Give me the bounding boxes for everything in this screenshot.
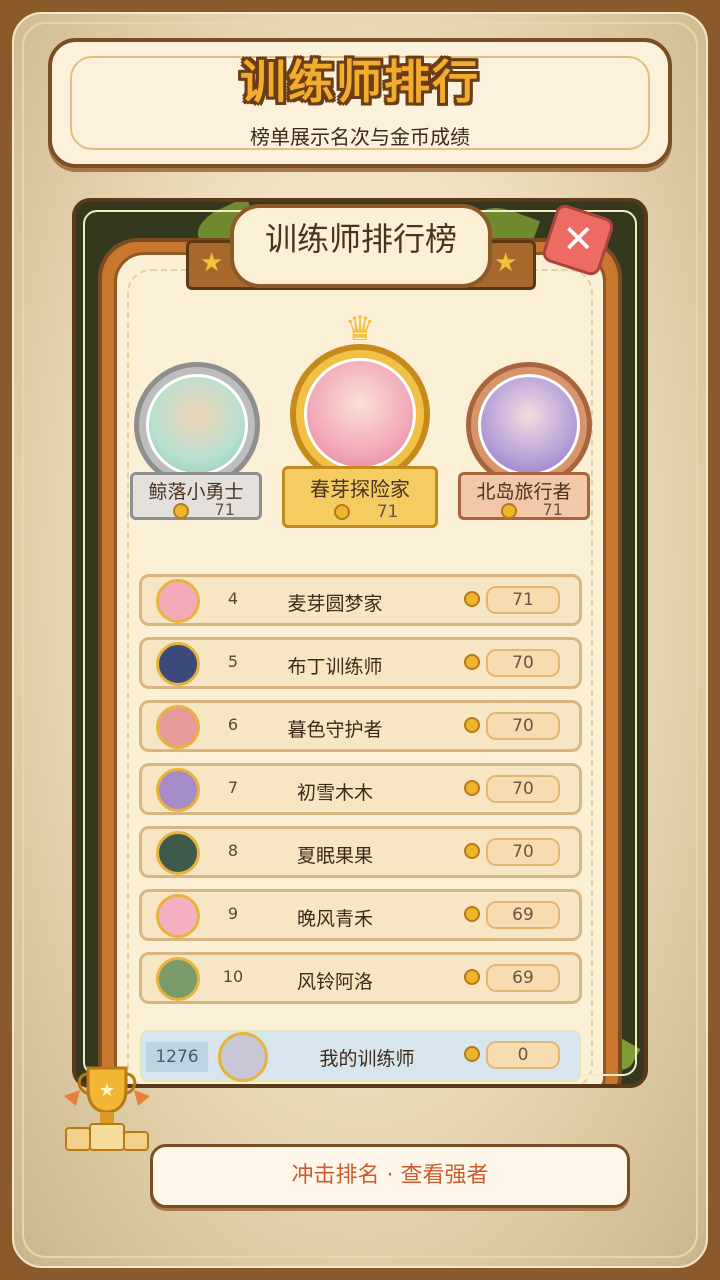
avatar [156,831,200,875]
coin-icon [464,654,480,670]
podium-namebox: 春芽探险家 71 [282,466,438,528]
avatar [156,705,200,749]
row-rank: 7 [227,778,239,797]
my-rank-row[interactable]: 1276 我的训练师 0 [140,1030,581,1082]
row-score: 70 [486,712,560,740]
player-score: 71 [487,500,577,519]
coin-icon [464,843,480,859]
star-icon: ★ [494,248,518,278]
coin-icon [464,906,480,922]
row-rank: 4 [227,589,239,608]
coin-icon [501,502,518,519]
row-score: 70 [486,649,560,677]
row-name: 风铃阿洛 [296,971,373,993]
row-name: 夏眠果果 [296,845,373,867]
coin-icon [173,502,190,519]
my-name: 我的训练师 [319,1048,415,1070]
avatar [156,957,200,1001]
coin-icon [464,969,480,985]
row-rank: 9 [227,904,239,923]
player-name: 春芽探险家 [310,477,410,501]
row-score: 69 [486,964,560,992]
row-score: 69 [486,901,560,929]
leaderboard-title: 训练师排行榜 [264,220,457,258]
row-name: 麦芽圆梦家 [287,593,383,615]
row-name: 暮色守护者 [287,719,383,741]
table-row[interactable]: 5 布丁训练师 70 [139,637,582,689]
avatar [156,579,200,623]
avatar [156,642,200,686]
close-icon: ✕ [562,217,595,262]
coin-icon [333,504,350,520]
my-score: 0 [486,1041,560,1069]
player-score: 71 [159,500,249,519]
table-row[interactable]: 7 初雪木木 70 [139,763,582,815]
star-icon: ★ [200,248,224,278]
my-rank: 1276 [146,1042,208,1072]
challenge-rank-button[interactable]: 冲击排名 · 查看强者 [150,1144,630,1208]
avatar [218,1032,268,1082]
coin-icon [464,780,480,796]
row-score: 71 [486,586,560,614]
svg-text:★: ★ [99,1080,115,1101]
coin-icon [464,1046,480,1062]
row-name: 晚风青禾 [296,908,373,930]
page-title: 训练师排行 [240,55,480,109]
row-rank: 6 [227,715,239,734]
coin-icon [464,591,480,607]
avatar [156,768,200,812]
row-name: 初雪木木 [296,782,373,804]
row-rank: 10 [222,967,244,986]
table-row[interactable]: 6 暮色守护者 70 [139,700,582,752]
coin-icon [464,717,480,733]
avatar [156,894,200,938]
row-rank: 8 [227,841,239,860]
podium-namebox: 鲸落小勇士 71 [130,472,262,520]
crown-icon: ♛ [344,309,376,349]
row-rank: 5 [227,652,239,671]
table-row[interactable]: 8 夏眠果果 70 [139,826,582,878]
podium-namebox: 北岛旅行者 71 [458,472,590,520]
row-name: 布丁训练师 [287,656,383,678]
avatar [304,358,416,470]
avatar [478,374,580,476]
table-row[interactable]: 10 风铃阿洛 69 [139,952,582,1004]
player-score: 71 [321,502,411,522]
page-subtitle: 榜单展示名次与金币成绩 [250,125,470,149]
table-row[interactable]: 9 晚风青禾 69 [139,889,582,941]
trophy-icon: ★ [64,1066,150,1151]
row-score: 70 [486,838,560,866]
row-score: 70 [486,775,560,803]
avatar [146,374,248,476]
table-row[interactable]: 4 麦芽圆梦家 71 [139,574,582,626]
